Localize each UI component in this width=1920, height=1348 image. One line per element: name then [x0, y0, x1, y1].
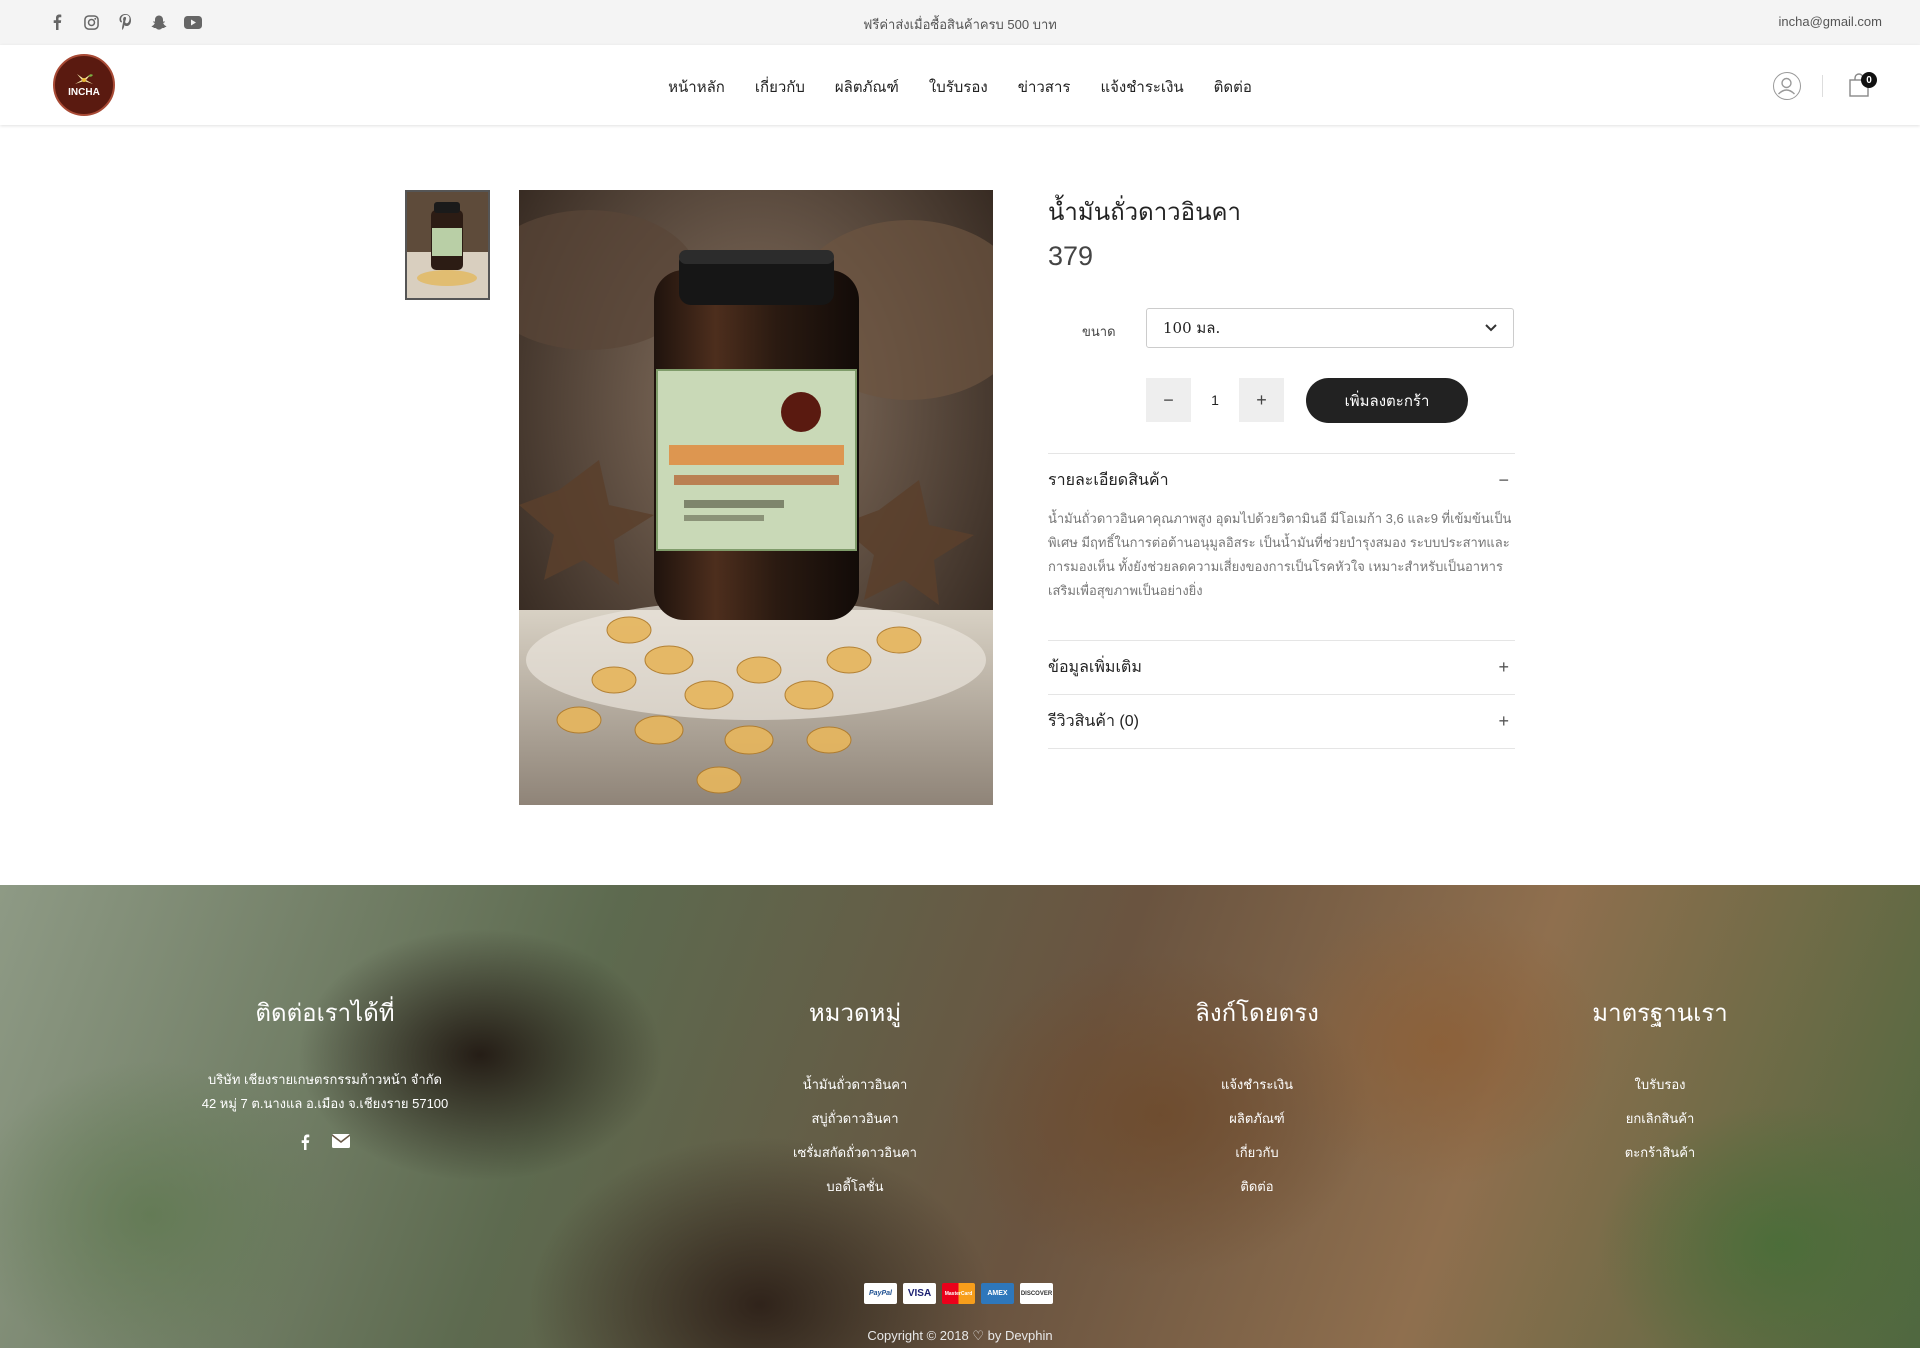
accordion-title: รีวิวสินค้า (0) [1048, 713, 1139, 730]
qty-decrease-button[interactable]: − [1146, 378, 1191, 422]
nav-item-contact[interactable]: ติดต่อ [1214, 75, 1252, 99]
footer-contact-title: ติดต่อเราได้ที่ [255, 1000, 395, 1027]
header-divider [1822, 75, 1823, 97]
nav-item-about[interactable]: เกี่ยวกับ [755, 75, 805, 99]
footer-category-link[interactable]: สบู่ถั่วดาวอินคา [750, 1102, 960, 1136]
footer-links-title: ลิงก์โดยตรง [1195, 1000, 1319, 1027]
footer-category-link[interactable]: เซรั่มสกัดถั่วดาวอินคา [750, 1136, 960, 1170]
footer-direct-link[interactable]: เกี่ยวกับ [1157, 1136, 1357, 1170]
product-thumbnail[interactable] [405, 190, 490, 300]
nav-item-news[interactable]: ข่าวสาร [1018, 75, 1071, 99]
size-label: ขนาด [1082, 324, 1116, 339]
accordion-header-additional-info[interactable]: ข้อมูลเพิ่มเติม + [1048, 641, 1515, 694]
size-select[interactable]: 100 มล. [1146, 308, 1514, 348]
expand-icon: + [1498, 657, 1509, 677]
company-name: บริษัท เชียงรายเกษตรกรรมก้าวหน้า จำกัด [208, 1072, 442, 1087]
nav-item-products[interactable]: ผลิตภัณฑ์ [835, 75, 899, 99]
footer-links-column: ลิงก์โดยตรง แจ้งชำระเงิน ผลิตภัณฑ์ เกี่ย… [1157, 993, 1357, 1204]
envelope-icon[interactable] [331, 1134, 351, 1155]
nav-item-payment-notice[interactable]: แจ้งชำระเงิน [1100, 75, 1183, 99]
accordion-description: รายละเอียดสินค้า − น้ำมันถั่วดาวอินคาคุณ… [1048, 453, 1515, 631]
main-nav: หน้าหลัก เกี่ยวกับ ผลิตภัณฑ์ ใบรับรอง ข่… [0, 75, 1920, 99]
accordion-header-reviews[interactable]: รีวิวสินค้า (0) + [1048, 695, 1515, 748]
expand-icon: + [1498, 711, 1509, 731]
accordion-reviews: รีวิวสินค้า (0) + [1048, 694, 1515, 749]
footer-contact-column: ติดต่อเราได้ที่ บริษัท เชียงรายเกษตรกรรม… [180, 993, 470, 1155]
accordion-additional-info: ข้อมูลเพิ่มเติม + [1048, 640, 1515, 694]
footer-standards-link[interactable]: ตะกร้าสินค้า [1560, 1136, 1760, 1170]
copyright-text: Copyright © 2018 ♡ by Devphin [867, 1328, 1053, 1343]
footer-categories-column: หมวดหมู่ น้ำมันถั่วดาวอินคา สบู่ถั่วดาวอ… [750, 993, 960, 1204]
quantity-stepper: − 1 + [1146, 378, 1284, 422]
footer-standards-column: มาตรฐานเรา ใบรับรอง ยกเลิกสินค้า ตะกร้าส… [1560, 993, 1760, 1170]
top-bar: ฟรีค่าส่งเมื่อซื้อสินค้าครบ 500 บาท inch… [0, 0, 1920, 45]
contact-email[interactable]: incha@gmail.com [1778, 14, 1882, 29]
footer-categories-title: หมวดหมู่ [808, 1000, 902, 1027]
product-title: น้ำมันถั่วดาวอินคา [1048, 199, 1242, 226]
footer-standards-link[interactable]: ยกเลิกสินค้า [1560, 1102, 1760, 1136]
visa-icon: VISA [903, 1283, 936, 1304]
accordion-title: ข้อมูลเพิ่มเติม [1048, 659, 1142, 676]
company-address: 42 หมู่ 7 ต.นางแล อ.เมือง จ.เชียงราย 571… [201, 1096, 449, 1111]
cart-count-badge: 0 [1861, 72, 1877, 88]
nav-item-home[interactable]: หน้าหลัก [668, 75, 725, 99]
user-account-icon[interactable] [1773, 72, 1801, 100]
footer-standards-title: มาตรฐานเรา [1592, 1000, 1728, 1027]
product-price: 379 [1048, 241, 1094, 271]
qty-input[interactable]: 1 [1191, 378, 1239, 422]
product-description: น้ำมันถั่วดาวอินคาคุณภาพสูง อุดมไปด้วยวิ… [1048, 511, 1512, 598]
footer-direct-link[interactable]: ผลิตภัณฑ์ [1157, 1102, 1357, 1136]
product-main-image[interactable] [519, 190, 993, 805]
site-header: INCHA หน้าหลัก เกี่ยวกับ ผลิตภัณฑ์ ใบรับ… [0, 45, 1920, 125]
accordion-header-description[interactable]: รายละเอียดสินค้า − [1048, 454, 1515, 507]
shipping-promo-text: ฟรีค่าส่งเมื่อซื้อสินค้าครบ 500 บาท [863, 17, 1057, 32]
amex-icon: AMEX [981, 1283, 1014, 1304]
mastercard-icon: MasterCard [942, 1283, 975, 1304]
paypal-icon: PayPal [864, 1283, 897, 1304]
nav-item-certificates[interactable]: ใบรับรอง [929, 75, 988, 99]
payment-methods: PayPal VISA MasterCard AMEX DISCOVER [864, 1283, 1053, 1304]
site-footer: ติดต่อเราได้ที่ บริษัท เชียงรายเกษตรกรรม… [0, 885, 1920, 1348]
add-to-cart-button[interactable]: เพิ่มลงตะกร้า [1306, 378, 1468, 423]
size-selected-value: 100 มล. [1163, 319, 1221, 337]
footer-direct-link[interactable]: ติดต่อ [1157, 1170, 1357, 1204]
footer-category-link[interactable]: น้ำมันถั่วดาวอินคา [750, 1068, 960, 1102]
footer-direct-link[interactable]: แจ้งชำระเงิน [1157, 1068, 1357, 1102]
discover-icon: DISCOVER [1020, 1283, 1053, 1304]
collapse-icon: − [1498, 470, 1509, 490]
qty-increase-button[interactable]: + [1239, 378, 1284, 422]
footer-social-links [180, 1134, 470, 1155]
facebook-icon[interactable] [300, 1134, 310, 1155]
footer-category-link[interactable]: บอดี้โลชั่น [750, 1170, 960, 1204]
chevron-down-icon [1485, 324, 1497, 332]
footer-standards-link[interactable]: ใบรับรอง [1560, 1068, 1760, 1102]
accordion-title: รายละเอียดสินค้า [1048, 472, 1169, 489]
